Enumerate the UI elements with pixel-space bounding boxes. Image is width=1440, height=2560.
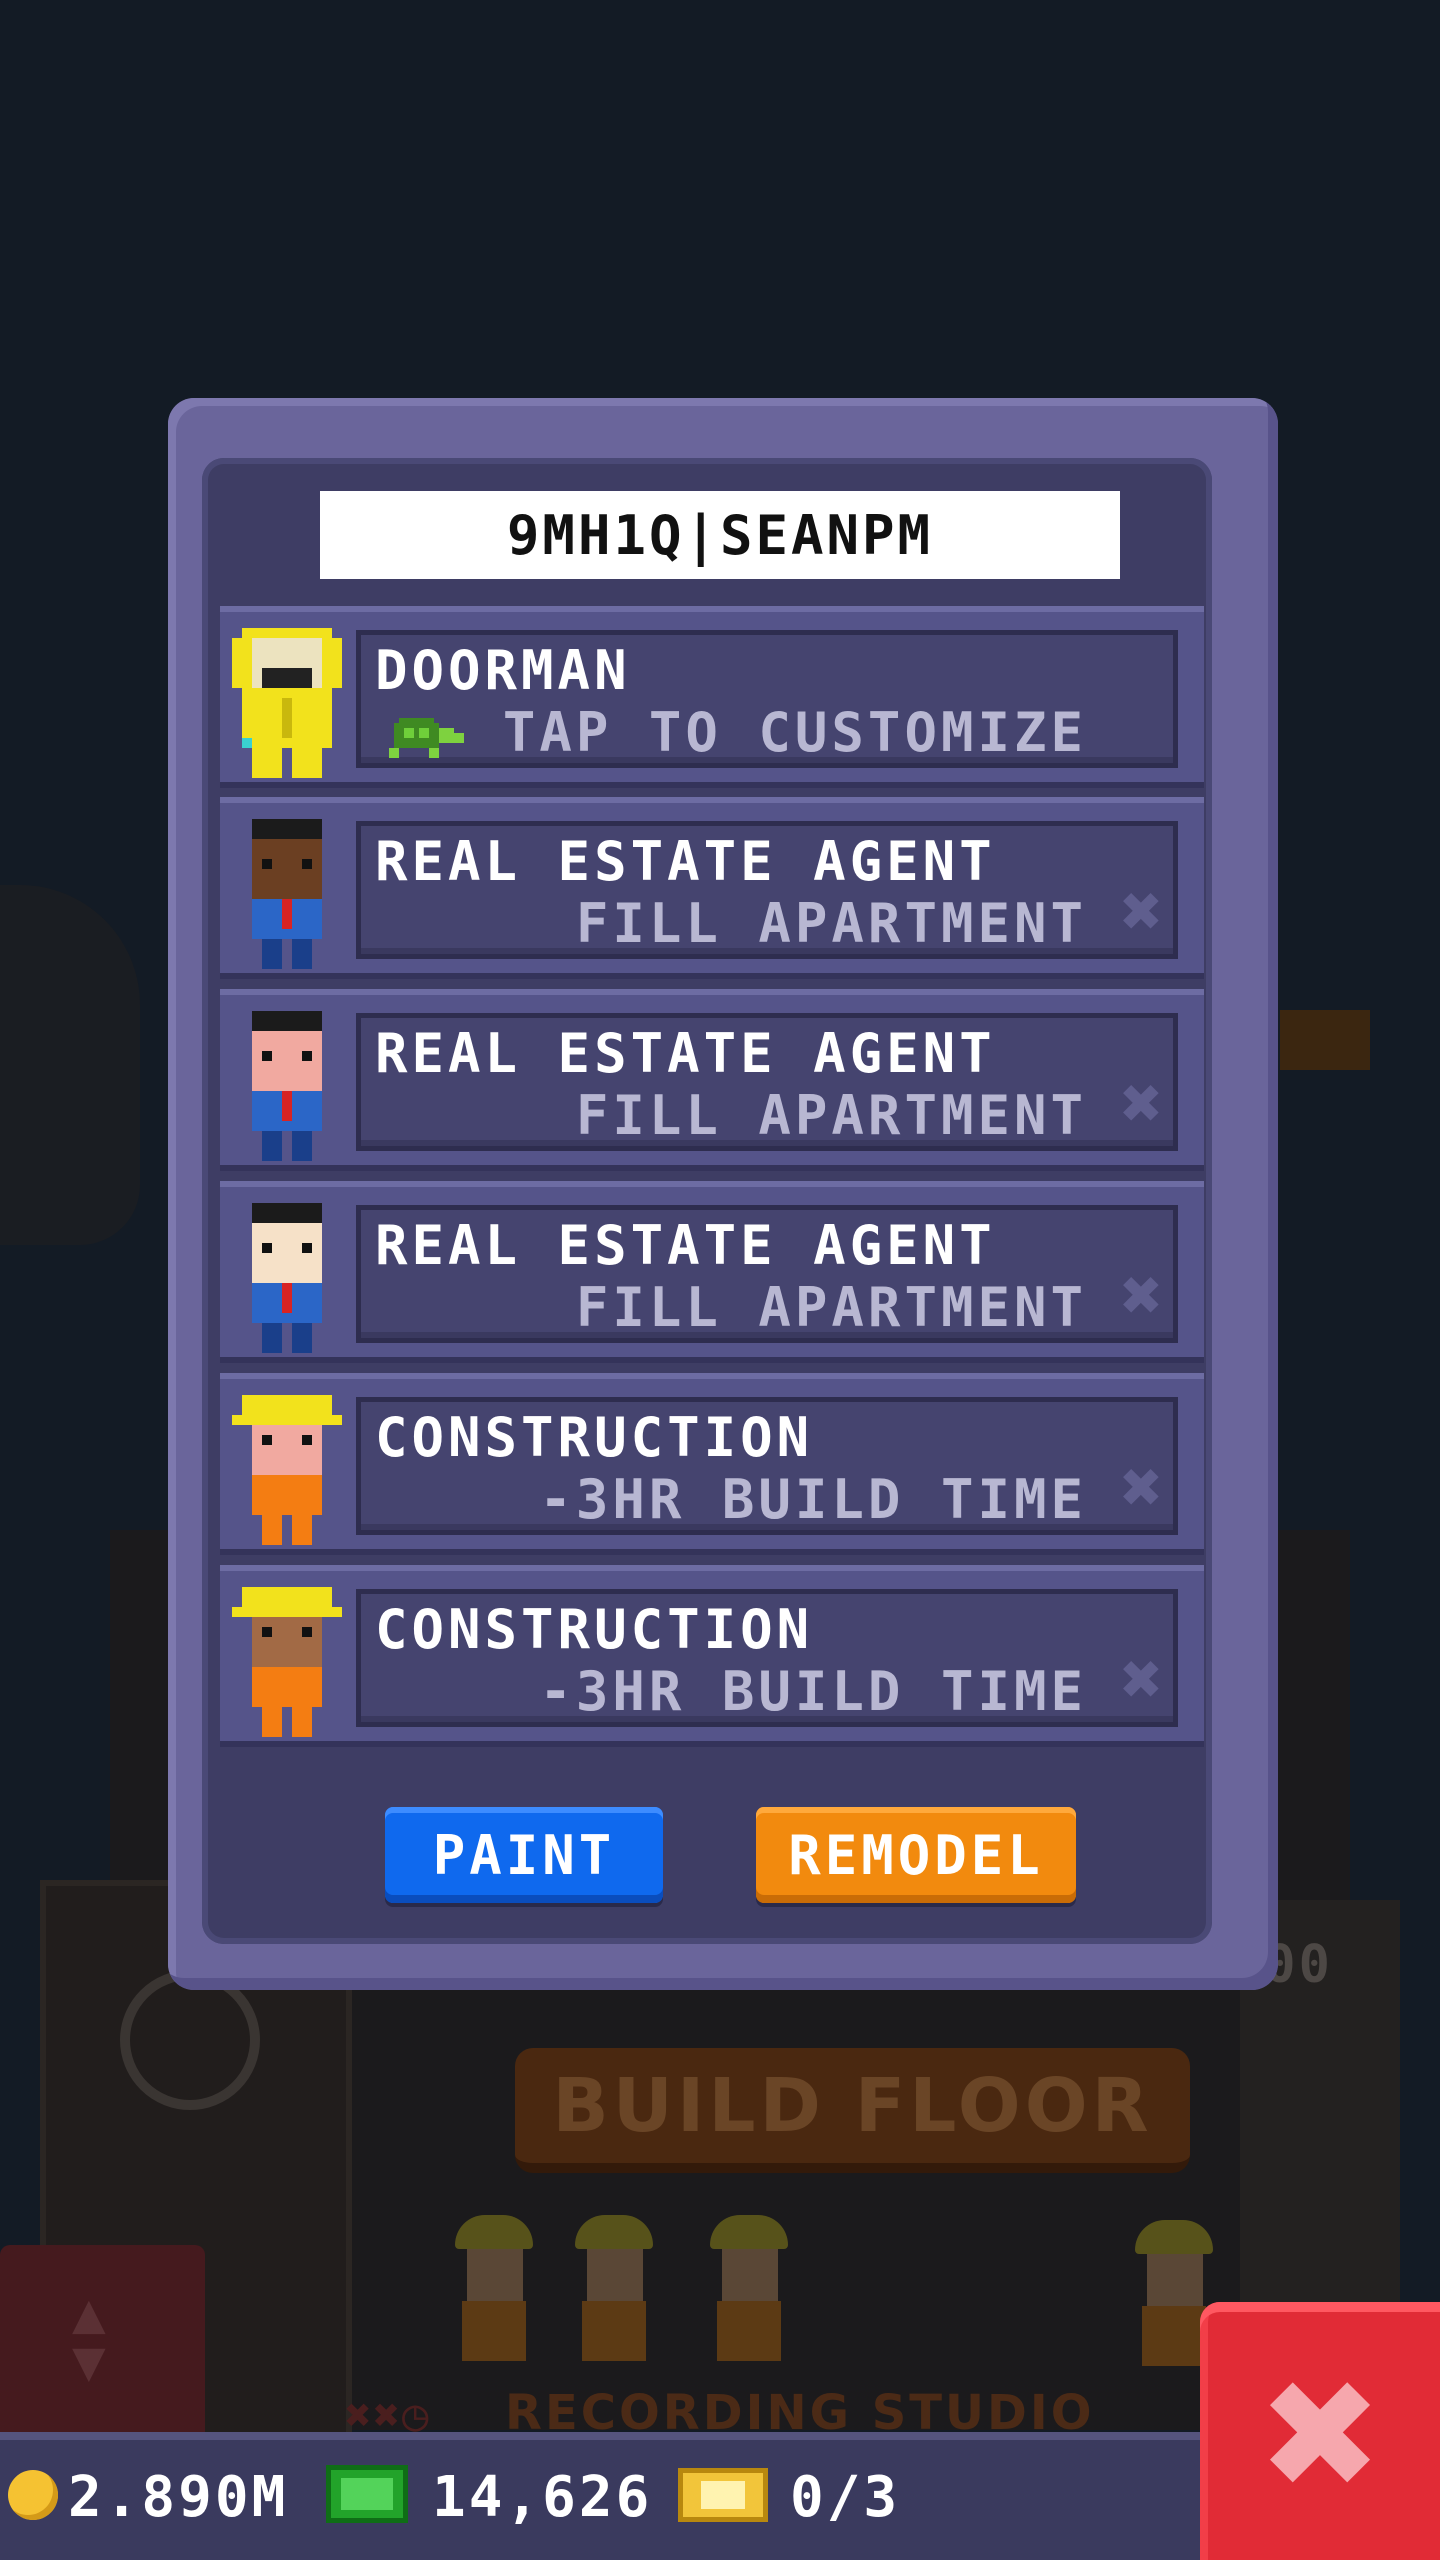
resident-action: -3HR BUILD TIME: [539, 1468, 1087, 1531]
resident-role: DOORMAN: [375, 639, 631, 702]
evict-icon[interactable]: ✖: [1121, 1452, 1163, 1522]
remodel-button[interactable]: REMODEL: [756, 1807, 1076, 1903]
coin-icon: [8, 2470, 58, 2520]
close-icon: ✖: [1257, 2349, 1383, 2523]
coin-balance: 2.890M: [68, 2465, 289, 2530]
resident-row-agent[interactable]: REAL ESTATE AGENT FILL APARTMENT ✖: [220, 1181, 1204, 1363]
turtle-icon: [389, 718, 464, 758]
resident-row-construction[interactable]: CONSTRUCTION -3HR BUILD TIME ✖: [220, 1565, 1204, 1747]
resident-card[interactable]: CONSTRUCTION -3HR BUILD TIME ✖: [356, 1589, 1178, 1727]
resident-card[interactable]: CONSTRUCTION -3HR BUILD TIME ✖: [356, 1397, 1178, 1535]
background-worker: [710, 2215, 788, 2365]
resident-row-agent[interactable]: REAL ESTATE AGENT FILL APARTMENT ✖: [220, 797, 1204, 979]
paint-button[interactable]: PAINT: [385, 1807, 663, 1903]
resident-action: FILL APARTMENT: [575, 1276, 1087, 1339]
agent-avatar-icon: [252, 1203, 322, 1353]
build-floor-button: BUILD FLOOR: [515, 2048, 1190, 2173]
agent-avatar-icon: [252, 819, 322, 969]
resident-card[interactable]: REAL ESTATE AGENT FILL APARTMENT ✖: [356, 1013, 1178, 1151]
ticket-count: 0/3: [790, 2465, 901, 2530]
ticket-icon: [678, 2468, 768, 2522]
resident-row-doorman[interactable]: DOORMAN TAP TO CUSTOMIZE: [220, 606, 1204, 788]
resident-action: FILL APARTMENT: [575, 892, 1087, 955]
tower-name-input[interactable]: [320, 491, 1120, 579]
resident-card[interactable]: DOORMAN TAP TO CUSTOMIZE: [356, 630, 1178, 768]
construction-worker-avatar-icon: [232, 1395, 342, 1545]
doorman-avatar-icon: [232, 628, 342, 778]
background-worker: [455, 2215, 533, 2365]
tower-bux-icon: [326, 2465, 408, 2523]
background-prop: [1280, 1010, 1370, 1070]
resident-role: CONSTRUCTION: [375, 1598, 814, 1661]
resident-role: REAL ESTATE AGENT: [375, 830, 996, 893]
bux-balance: 14,626: [432, 2465, 653, 2530]
resident-action: TAP TO CUSTOMIZE: [502, 701, 1087, 764]
elevator-wheel-icon: [120, 1970, 260, 2110]
resident-role: CONSTRUCTION: [375, 1406, 814, 1469]
evict-icon[interactable]: ✖: [1121, 1644, 1163, 1714]
background-worker: [575, 2215, 653, 2365]
evict-icon[interactable]: ✖: [1121, 1260, 1163, 1330]
resident-row-agent[interactable]: REAL ESTATE AGENT FILL APARTMENT ✖: [220, 989, 1204, 1171]
agent-avatar-icon: [252, 1011, 322, 1161]
resident-action: FILL APARTMENT: [575, 1084, 1087, 1147]
up-down-arrows-icon: ▲ ▼: [72, 2281, 106, 2394]
evict-icon[interactable]: ✖: [1121, 876, 1163, 946]
resident-role: REAL ESTATE AGENT: [375, 1022, 996, 1085]
resident-card[interactable]: REAL ESTATE AGENT FILL APARTMENT ✖: [356, 1205, 1178, 1343]
construction-worker-avatar-icon: [232, 1587, 342, 1737]
resident-row-construction[interactable]: CONSTRUCTION -3HR BUILD TIME ✖: [220, 1373, 1204, 1555]
evict-icon[interactable]: ✖: [1121, 1068, 1163, 1138]
resident-card[interactable]: REAL ESTATE AGENT FILL APARTMENT ✖: [356, 821, 1178, 959]
close-button[interactable]: ✖: [1200, 2302, 1440, 2560]
resident-action: -3HR BUILD TIME: [539, 1660, 1087, 1723]
resident-role: REAL ESTATE AGENT: [375, 1214, 996, 1277]
background-crane: [0, 885, 140, 1245]
